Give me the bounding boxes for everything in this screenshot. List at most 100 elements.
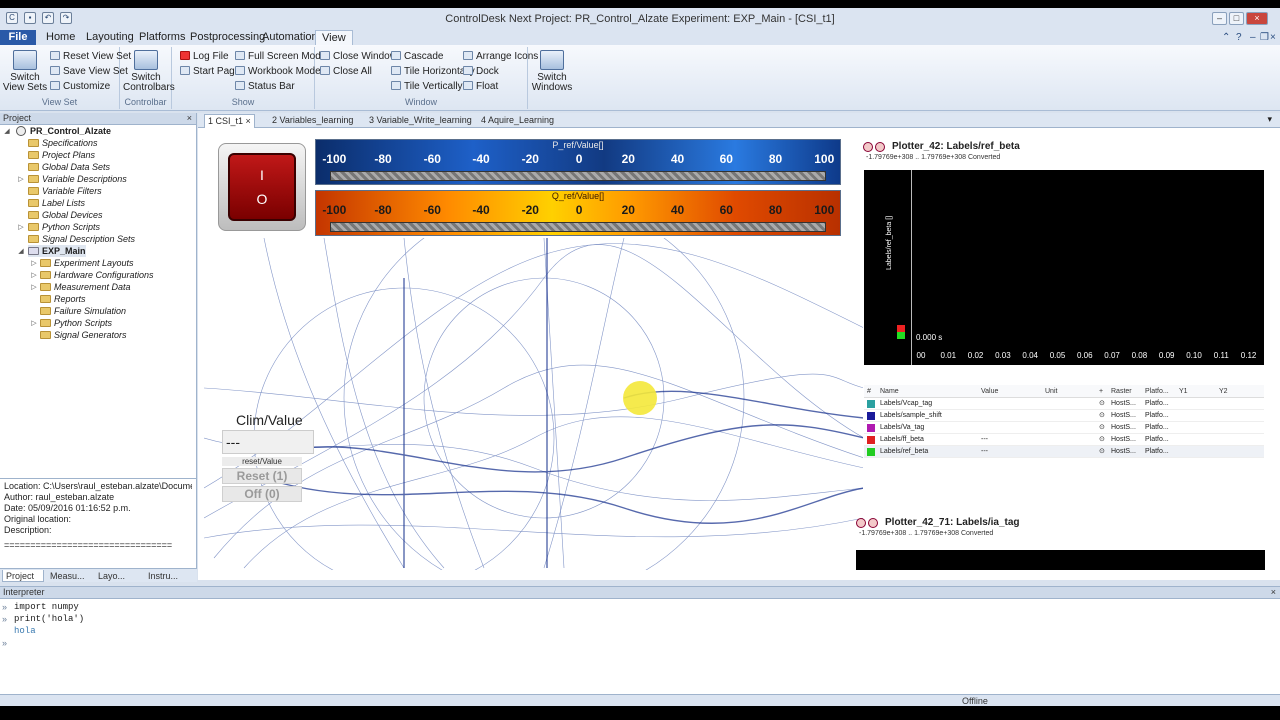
expand-icon[interactable]: ▷ (30, 283, 38, 291)
tree-item-specifications[interactable]: Specifications (28, 137, 98, 149)
doc-tab-aquire-learning[interactable]: 4 Aquire_Learning (481, 114, 554, 128)
col-header[interactable]: Unit (1045, 385, 1057, 398)
status-bar-button[interactable]: Status Bar (235, 80, 295, 94)
tree-item-hardware-configurations[interactable]: Hardware Configurations (40, 269, 154, 281)
cascade-button[interactable]: Cascade (391, 50, 443, 64)
doc-tab-csi-t1[interactable]: 1 CSI_t1 × (204, 114, 255, 128)
start-page-button[interactable]: Start Page (180, 65, 240, 79)
signal-options-icon[interactable]: ⊙ (1099, 446, 1105, 458)
tab-platforms[interactable]: Platforms (133, 30, 191, 45)
signal-row[interactable]: Labels/ff_beta --- ⊙ HostS... Platfo... (864, 434, 1264, 446)
pane-close-icon[interactable]: × (187, 113, 192, 124)
tab-layouts[interactable]: Layo... (98, 570, 125, 582)
collapse-icon[interactable]: ◢ (3, 127, 11, 135)
pause-icon[interactable] (875, 142, 885, 152)
col-header[interactable]: Y2 (1219, 385, 1228, 398)
minimize-ribbon-icon[interactable]: ⌃ (1222, 32, 1230, 43)
expand-icon[interactable]: ▷ (17, 223, 25, 231)
stop-icon[interactable] (863, 142, 873, 152)
col-header[interactable]: Y1 (1179, 385, 1188, 398)
tree-item-global-data-sets[interactable]: Global Data Sets (28, 161, 110, 173)
tree-item-measurement-data[interactable]: Measurement Data (40, 281, 131, 293)
float-button[interactable]: Float (463, 80, 498, 94)
doc-restore-icon[interactable]: ❐ (1260, 32, 1269, 43)
close-window-button[interactable]: Close Window (320, 50, 397, 64)
tab-home[interactable]: Home (40, 30, 81, 45)
minimize-button[interactable]: – (1212, 12, 1227, 25)
dock-button[interactable]: Dock (463, 65, 499, 79)
p-ref-gauge[interactable]: P_ref/Value[] -100 -80 -60 -40 -20 0 20 … (315, 139, 841, 185)
col-header[interactable]: Name (880, 385, 899, 398)
tab-view[interactable]: View (315, 30, 353, 45)
tab-file[interactable]: File (0, 30, 36, 45)
signal-options-icon[interactable]: ⊙ (1099, 434, 1105, 446)
col-header[interactable]: + (1099, 385, 1103, 398)
clim-value-display[interactable]: --- (222, 430, 314, 454)
tree-item-signal-description-sets[interactable]: Signal Description Sets (28, 233, 135, 245)
stop-icon[interactable] (856, 518, 866, 528)
tree-item-exp-python-scripts[interactable]: Python Scripts (40, 317, 112, 329)
tab-project[interactable]: Project (2, 570, 44, 582)
plotter-2-plot[interactable] (856, 550, 1265, 570)
maximize-button[interactable]: □ (1229, 12, 1244, 25)
doc-close-icon[interactable]: × (1270, 32, 1276, 43)
tree-item-signal-generators[interactable]: Signal Generators (40, 329, 127, 341)
signal-row[interactable]: Labels/ref_beta --- ⊙ HostS... Platfo... (864, 446, 1264, 458)
signal-row[interactable]: Labels/Vcap_tag ⊙ HostS... Platfo... (864, 398, 1264, 410)
tree-item-experiment-layouts[interactable]: Experiment Layouts (40, 257, 134, 269)
collapse-icon[interactable]: ◢ (17, 247, 25, 255)
col-header[interactable]: Value (981, 385, 998, 398)
expand-icon[interactable]: ▷ (30, 319, 38, 327)
tree-item-variable-descriptions[interactable]: Variable Descriptions (28, 173, 127, 185)
doc-minimize-icon[interactable]: – (1250, 32, 1256, 43)
tree-item-reports[interactable]: Reports (40, 293, 86, 305)
col-header[interactable]: Platfo... (1145, 385, 1169, 398)
plotter-1-plot[interactable]: Labels/ref_beta [] 0.000 s 00 0.01 0.02 … (864, 170, 1264, 365)
close-button[interactable]: × (1246, 12, 1268, 25)
pause-icon[interactable] (868, 518, 878, 528)
expand-icon[interactable]: ▷ (30, 271, 38, 279)
doc-tab-variables-learning[interactable]: 2 Variables_learning (272, 114, 353, 128)
help-icon[interactable]: ? (1236, 32, 1242, 43)
full-screen-mode-button[interactable]: Full Screen Mode (235, 50, 326, 64)
expand-icon[interactable]: ▷ (17, 175, 25, 183)
reset-view-set-button[interactable]: Reset View Set (50, 50, 131, 64)
signal-options-icon[interactable]: ⊙ (1099, 422, 1105, 434)
tree-item-variable-filters[interactable]: Variable Filters (28, 185, 102, 197)
tree-item-failure-simulation[interactable]: Failure Simulation (40, 305, 126, 317)
switch-view-sets-button[interactable]: Switch View Sets (2, 49, 48, 93)
tree-item-project-plans[interactable]: Project Plans (28, 149, 95, 161)
tree-item-global-devices[interactable]: Global Devices (28, 209, 103, 221)
expand-icon[interactable]: ▷ (30, 259, 38, 267)
col-header[interactable]: Raster (1111, 385, 1132, 398)
signal-row[interactable]: Labels/Va_tag ⊙ HostS... Platfo... (864, 422, 1264, 434)
close-tab-icon[interactable]: × (246, 116, 251, 126)
tab-layouting[interactable]: Layouting (80, 30, 140, 45)
save-view-set-button[interactable]: Save View Set (50, 65, 128, 79)
switch-windows-button[interactable]: Switch Windows (529, 49, 575, 93)
off-button[interactable]: Off (0) (222, 486, 302, 502)
customize-button[interactable]: Customize (50, 80, 110, 94)
switch-controlbars-button[interactable]: Switch Controlbars (123, 49, 175, 93)
tree-item-exp-main[interactable]: EXP_Main (28, 245, 86, 257)
tree-item-python-scripts[interactable]: Python Scripts (28, 221, 100, 233)
tab-automation[interactable]: Automation (256, 30, 324, 45)
reset-button[interactable]: Reset (1) (222, 468, 302, 484)
power-switch[interactable]: I O (218, 143, 306, 231)
log-file-button[interactable]: Log File (180, 50, 229, 64)
signal-options-icon[interactable]: ⊙ (1099, 398, 1105, 410)
q-ref-gauge[interactable]: Q_ref/Value[] -100 -80 -60 -40 -20 0 20 … (315, 190, 841, 236)
signal-options-icon[interactable]: ⊙ (1099, 410, 1105, 422)
tile-vertically-button[interactable]: Tile Vertically (391, 80, 463, 94)
interpreter-input[interactable] (14, 638, 1274, 650)
pane-close-icon[interactable]: × (1271, 587, 1276, 598)
tree-item-label-lists[interactable]: Label Lists (28, 197, 85, 209)
doc-tabs-menu-icon[interactable]: ▾ (1267, 114, 1272, 125)
tab-measurement[interactable]: Measu... (50, 570, 85, 582)
signal-row[interactable]: Labels/sample_shift ⊙ HostS... Platfo... (864, 410, 1264, 422)
close-all-button[interactable]: Close All (320, 65, 372, 79)
tree-item-project-root[interactable]: PR_Control_Alzate (16, 125, 111, 137)
arrange-icons-button[interactable]: Arrange Icons (463, 50, 538, 64)
doc-tab-variable-write-learning[interactable]: 3 Variable_Write_learning (369, 114, 472, 128)
workbook-mode-button[interactable]: Workbook Mode (235, 65, 321, 79)
